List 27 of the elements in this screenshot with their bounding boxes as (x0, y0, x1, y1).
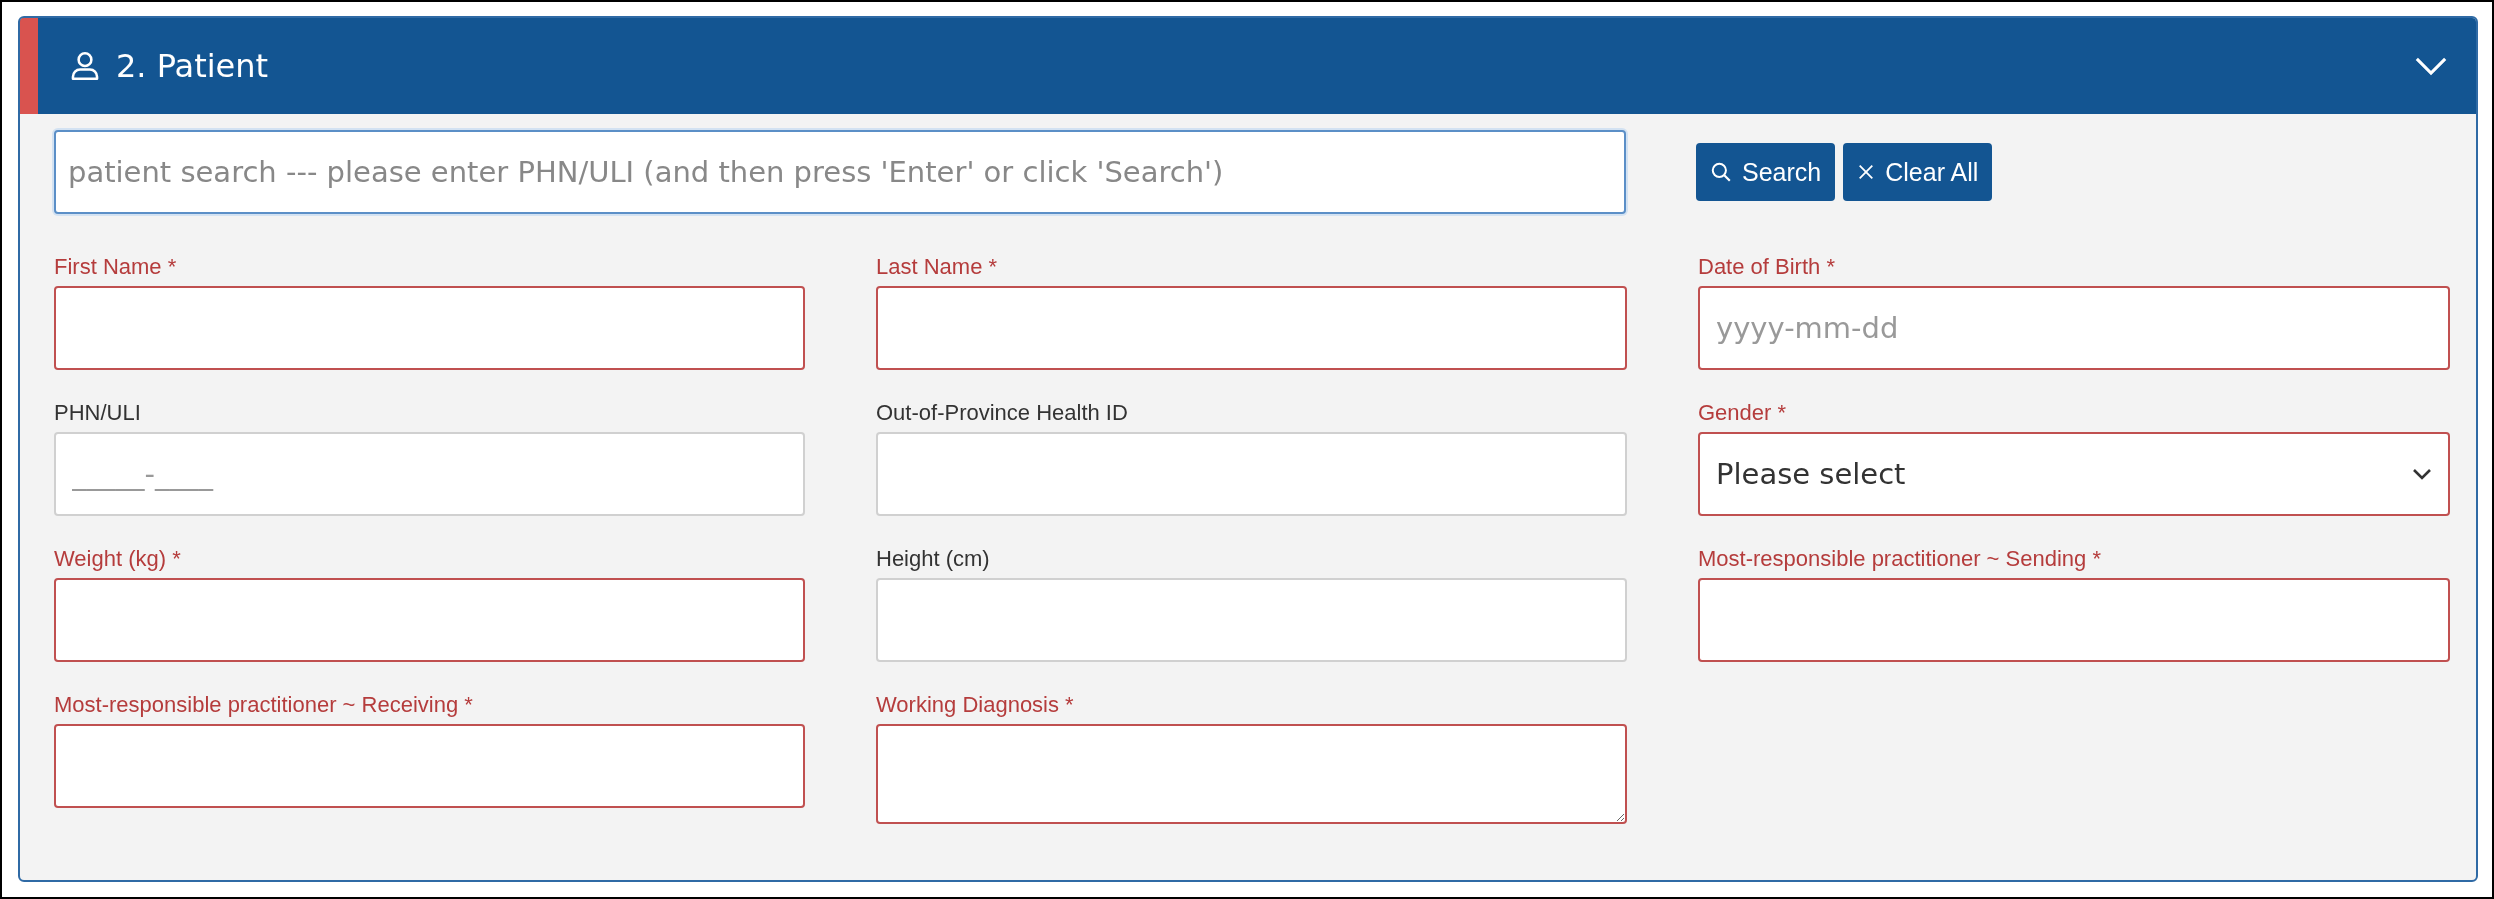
field-label: Last Name * (876, 254, 999, 280)
close-icon (1857, 163, 1876, 181)
chevron-down-icon[interactable] (2414, 56, 2448, 76)
search-icon (1710, 161, 1732, 183)
patient-search-field[interactable]: patient search --- please enter PHN/ULI (and then press 'Enter' or click 'Search') (54, 130, 1626, 214)
field-label: Date of Birth * (1698, 254, 1836, 280)
field-label: Most-responsible practitioner ~ Sending * (1698, 546, 2102, 572)
input-field[interactable] (54, 286, 805, 370)
field-label: Height (cm) (876, 546, 991, 572)
field-label: Out-of-Province Health ID (876, 400, 1129, 426)
field-label: PHN/ULI (54, 400, 142, 426)
input-field[interactable] (876, 286, 1627, 370)
field-label: Gender * (1698, 400, 1788, 426)
clear-all-button[interactable]: Clear All (1843, 143, 1993, 201)
textarea-field[interactable] (876, 724, 1627, 824)
dropdown-field[interactable]: Please select (1698, 432, 2450, 516)
field-label: Weight (kg) * (54, 546, 182, 572)
search-button[interactable]: Search (1696, 143, 1836, 201)
field-label: Working Diagnosis * (876, 692, 1075, 718)
input-field[interactable] (1698, 578, 2450, 662)
input-field[interactable] (54, 578, 805, 662)
input-field[interactable]: yyyy-mm-dd (1698, 286, 2450, 370)
panel-title: 2. Patient (116, 47, 270, 85)
chevron-down-icon (2412, 468, 2432, 480)
field-label: Most-responsible practitioner ~ Receiving * (54, 692, 474, 718)
field-label: First Name * (54, 254, 178, 280)
input-field[interactable] (54, 724, 805, 808)
